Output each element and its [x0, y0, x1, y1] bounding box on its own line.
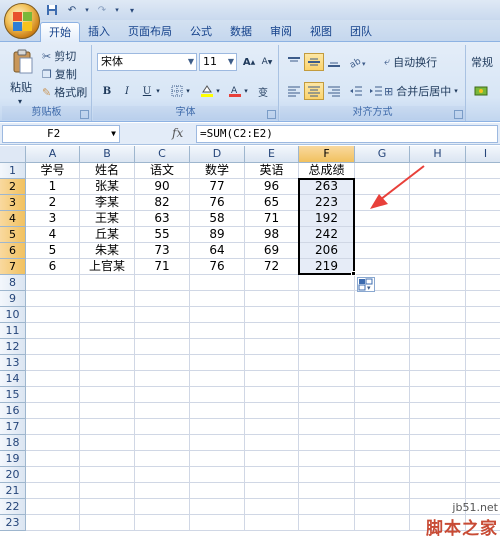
office-logo-icon: [13, 12, 32, 31]
watermark-name: 脚本之家: [426, 519, 498, 539]
annotation-arrow-icon: [370, 165, 425, 209]
watermark-url: jb51.net: [452, 501, 498, 514]
office-button[interactable]: [4, 3, 40, 39]
watermark: jb51.net 脚本之家: [426, 501, 498, 539]
